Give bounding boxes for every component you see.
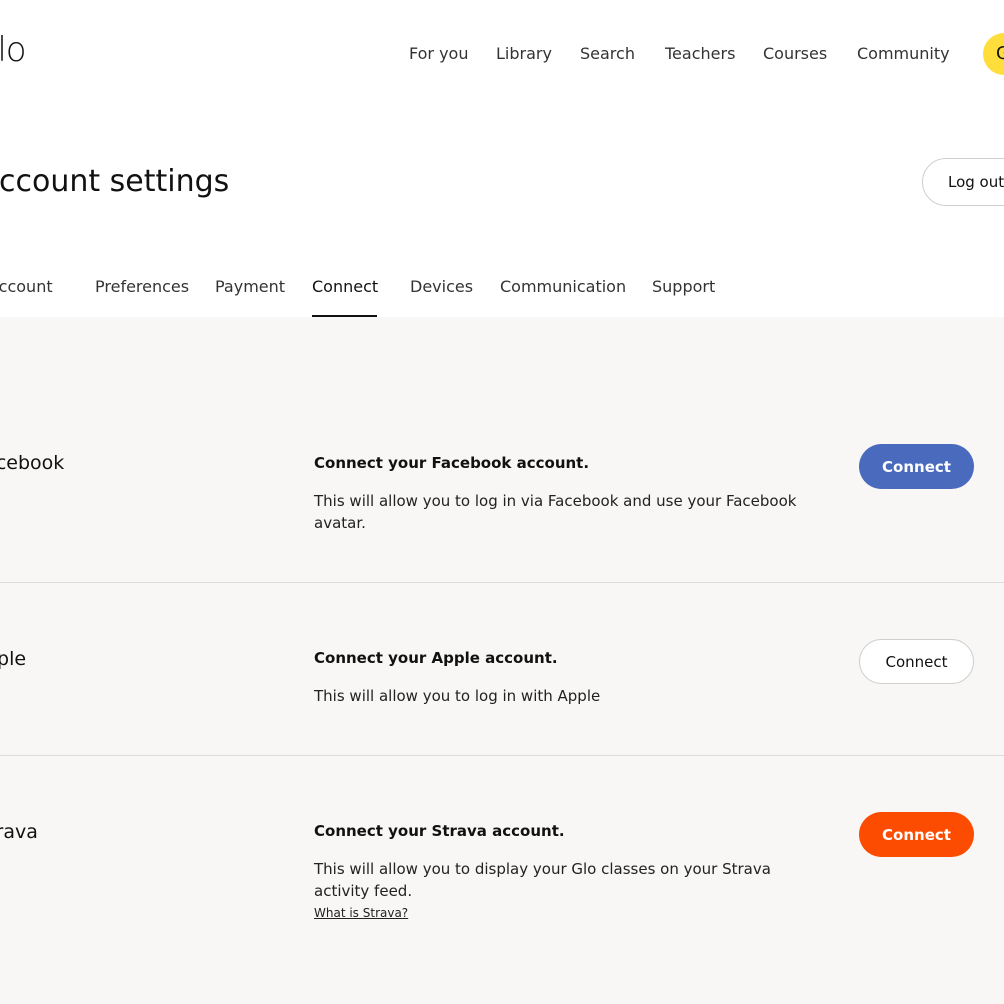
row-divider	[0, 582, 1004, 583]
strava-description: This will allow you to display your Glo …	[314, 860, 771, 900]
apple-title: Apple	[0, 648, 27, 670]
strava-connect-button[interactable]: Connect	[859, 812, 974, 857]
strava-title: Strava	[0, 821, 38, 843]
nav-library[interactable]: Library	[496, 44, 552, 63]
tab-support[interactable]: Support	[652, 277, 715, 296]
page: Glo For you Library Search Teachers Cour…	[0, 0, 1004, 1004]
tab-devices[interactable]: Devices	[410, 277, 473, 296]
logout-button[interactable]: Log out	[922, 158, 1004, 206]
strava-heading: Connect your Strava account.	[314, 822, 565, 840]
nav-courses[interactable]: Courses	[763, 44, 827, 63]
page-title: Account settings	[0, 164, 230, 199]
apple-heading: Connect your Apple account.	[314, 649, 558, 667]
user-avatar[interactable]: G	[983, 33, 1004, 75]
tab-preferences[interactable]: Preferences	[95, 277, 189, 296]
nav-teachers[interactable]: Teachers	[665, 44, 735, 63]
glo-logo[interactable]: Glo	[0, 30, 27, 70]
apple-description: This will allow you to log in with Apple	[314, 687, 601, 705]
logo-text: Glo	[0, 30, 27, 70]
nav-search[interactable]: Search	[580, 44, 635, 63]
what-is-strava-link[interactable]: What is Strava?	[314, 906, 408, 920]
apple-connect-button[interactable]: Connect	[859, 639, 974, 684]
nav-for-you[interactable]: For you	[409, 44, 468, 63]
tab-connect[interactable]: Connect	[312, 277, 378, 296]
facebook-connect-button[interactable]: Connect	[859, 444, 974, 489]
facebook-description: This will allow you to log in via Facebo…	[314, 492, 797, 532]
tab-account[interactable]: Account	[0, 277, 53, 296]
facebook-title: Facebook	[0, 452, 65, 474]
facebook-heading: Connect your Facebook account.	[314, 454, 590, 472]
row-divider	[0, 755, 1004, 756]
tab-communication[interactable]: Communication	[500, 277, 626, 296]
connect-panel: Facebook Connect your Facebook account. …	[0, 317, 1004, 1004]
tab-payment[interactable]: Payment	[215, 277, 285, 296]
avatar-initial: G	[996, 43, 1004, 64]
nav-community[interactable]: Community	[857, 44, 950, 63]
